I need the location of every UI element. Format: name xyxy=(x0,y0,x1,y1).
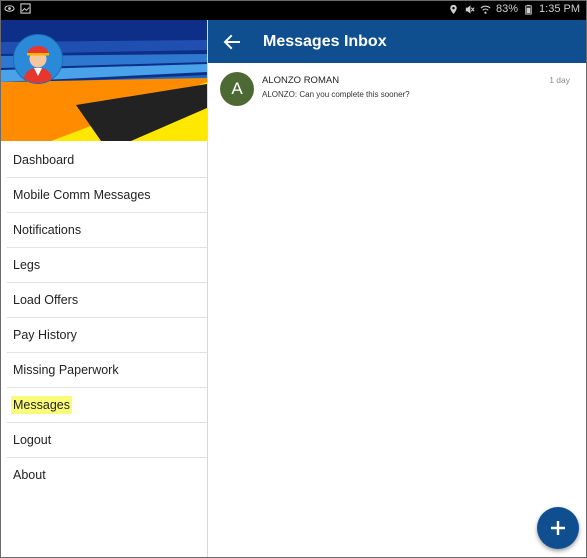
menu-item-notifications[interactable]: Notifications xyxy=(7,213,207,248)
app-window: 83% 1:35 PM Dashboard Mobile Comm Messag… xyxy=(0,0,587,558)
menu-item-legs[interactable]: Legs xyxy=(7,248,207,283)
menu-item-messages[interactable]: Messages xyxy=(7,388,207,423)
menu-item-load-offers[interactable]: Load Offers xyxy=(7,283,207,318)
message-preview: ALONZO: Can you complete this sooner? xyxy=(262,90,410,99)
plus-icon xyxy=(551,521,565,535)
battery-percent: 83% xyxy=(496,3,519,15)
menu-item-missing-paperwork[interactable]: Missing Paperwork xyxy=(7,353,207,388)
battery-icon xyxy=(525,4,532,15)
back-arrow-icon[interactable] xyxy=(222,32,242,52)
driver-avatar[interactable] xyxy=(13,34,63,84)
status-bar: 83% 1:35 PM xyxy=(1,1,586,20)
menu-item-logout[interactable]: Logout xyxy=(7,423,207,458)
wifi-icon xyxy=(480,5,491,14)
drawer-header-banner xyxy=(1,20,207,141)
eye-icon xyxy=(4,5,15,12)
navigation-drawer: Dashboard Mobile Comm Messages Notificat… xyxy=(1,20,208,557)
sender-avatar: A xyxy=(220,72,254,106)
menu-item-dashboard[interactable]: Dashboard xyxy=(7,143,207,178)
menu-item-about[interactable]: About xyxy=(7,458,207,492)
menu-item-pay-history[interactable]: Pay History xyxy=(7,318,207,353)
clock: 1:35 PM xyxy=(539,3,580,15)
main-content: Messages Inbox A ALONZO ROMAN 1 day ALON… xyxy=(208,20,586,557)
message-time: 1 day xyxy=(549,75,570,85)
location-icon xyxy=(450,4,457,14)
page-title: Messages Inbox xyxy=(263,33,387,50)
image-icon xyxy=(20,3,31,14)
new-message-button[interactable] xyxy=(537,507,579,549)
drawer-menu: Dashboard Mobile Comm Messages Notificat… xyxy=(1,143,207,492)
driver-icon xyxy=(14,35,62,83)
mute-icon xyxy=(465,4,475,14)
app-bar: Messages Inbox xyxy=(208,20,586,63)
menu-item-mobile-comm-messages[interactable]: Mobile Comm Messages xyxy=(7,178,207,213)
sender-name: ALONZO ROMAN xyxy=(262,75,340,86)
message-list-item[interactable]: A ALONZO ROMAN 1 day ALONZO: Can you com… xyxy=(208,63,586,115)
